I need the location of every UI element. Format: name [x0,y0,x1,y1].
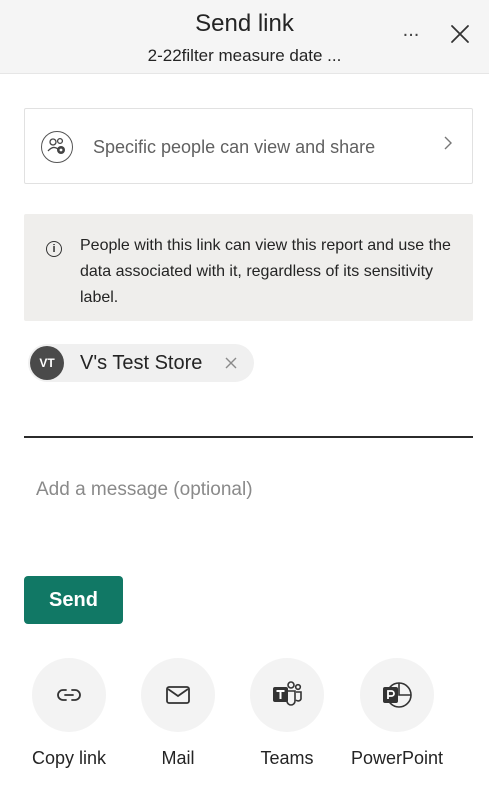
mail-button[interactable]: Mail [123,658,233,778]
recipient-chip: VT V's Test Store [28,344,255,382]
avatar: VT [30,346,64,380]
mail-icon [166,686,190,704]
share-option-label: Teams [260,748,314,768]
more-options-button[interactable]: ... [398,20,424,46]
dialog-header: Send link 2-22filter measure date ... ..… [0,0,489,74]
powerpoint-button[interactable]: PowerPoint [342,658,452,778]
send-button[interactable]: Send [24,576,123,624]
info-message: People with this link can view this repo… [80,237,451,306]
chevron-right-icon [444,136,452,150]
recipient-input-underline[interactable] [24,436,473,438]
link-icon [57,689,81,701]
sensitivity-info-banner: i People with this link can view this re… [24,214,473,321]
teams-button[interactable]: Teams [232,658,342,778]
teams-icon [273,681,302,706]
copy-link-button[interactable]: Copy link [14,658,124,778]
report-name: 2-22filter measure date ... [147,46,342,65]
permission-text: Specific people can view and share [93,137,376,157]
people-settings-icon [41,131,73,163]
close-icon [451,25,469,43]
close-button[interactable] [448,22,472,46]
powerpoint-icon [383,682,412,708]
remove-recipient-icon[interactable] [224,356,238,370]
message-input[interactable] [24,468,473,512]
share-option-label: Copy link [31,748,107,768]
link-permission-settings[interactable]: Specific people can view and share [24,108,473,184]
share-option-label: Mail [161,748,195,768]
info-icon: i [46,241,62,257]
share-option-label: PowerPoint [350,748,444,768]
recipient-name: V's Test Store [80,351,203,374]
